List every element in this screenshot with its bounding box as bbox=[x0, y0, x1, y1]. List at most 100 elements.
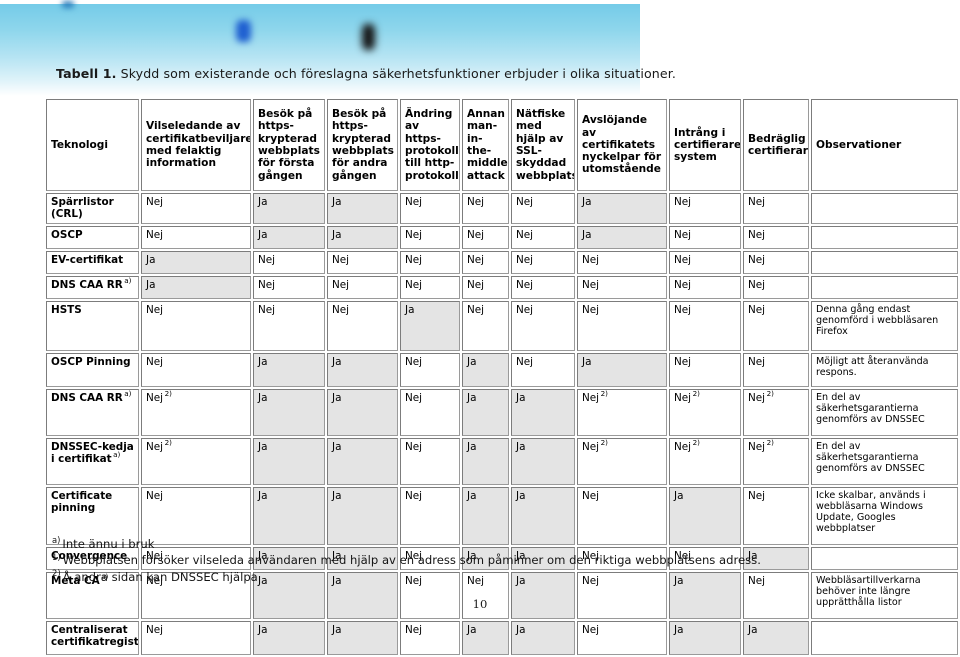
column-header-label: Bedräglig certifierare bbox=[748, 132, 809, 157]
cell-value: Ja bbox=[332, 623, 342, 636]
cell-value: Nej bbox=[582, 440, 600, 453]
row-label: DNSSEC-kedja i certifikat a) bbox=[46, 437, 139, 485]
row-label: DNS CAA RR a) bbox=[46, 388, 139, 436]
cell-value: Nej bbox=[516, 303, 534, 316]
cell-observation: Möjligt att återanvända respons. bbox=[811, 352, 958, 387]
footnotes-block: a) Inte ännu i bruk 1) Webbplatsen försöker… bbox=[52, 536, 761, 585]
column-header-label: Annan man-in-the-middle-attack bbox=[467, 108, 509, 182]
cell-value: Nej bbox=[146, 196, 164, 208]
footnote-marker: 1) bbox=[52, 551, 61, 562]
cell-value: Nej bbox=[582, 391, 600, 404]
cell-observation: Webbläsartillverkarna behöver inte längr… bbox=[811, 571, 958, 619]
footnote-line: 2) Å andra sidan kan DNSSEC hjälpa bbox=[52, 569, 761, 585]
row-label-text: Centraliserat certifikatregister bbox=[51, 623, 139, 648]
footnote-text: Å andra sidan kan DNSSEC hjälpa bbox=[62, 569, 258, 584]
cell-avslojande: Ja bbox=[577, 225, 667, 249]
cell-value: Ja bbox=[258, 489, 268, 502]
cell-avslojande: Nej 2) bbox=[577, 388, 667, 436]
cell-besok2: Nej bbox=[327, 250, 398, 274]
column-header-observation: Observationer bbox=[811, 99, 958, 191]
cell-avslojande: Nej 2) bbox=[577, 437, 667, 485]
cell-value: Nej bbox=[405, 278, 423, 291]
table-header: Teknologi Vilseledande av certifikatbevil… bbox=[46, 99, 958, 191]
cell-value: Nej bbox=[467, 253, 485, 266]
column-header-andring: Ändring av https-protokoll till http-pro… bbox=[400, 99, 460, 191]
cell-value: Nej bbox=[674, 253, 692, 266]
cell-value: Nej bbox=[674, 355, 692, 368]
cell-besok1: Nej bbox=[253, 250, 325, 274]
cell-mitm: Nej bbox=[462, 250, 509, 274]
cell-value: Nej bbox=[332, 278, 350, 291]
cell-value: Nej bbox=[405, 196, 423, 208]
cell-mitm: Nej bbox=[462, 275, 509, 299]
cell-intrang: Nej bbox=[669, 300, 741, 351]
cell-andring: Nej bbox=[400, 193, 460, 224]
cell-value: Nej bbox=[582, 278, 600, 291]
cell-andring: Nej bbox=[400, 225, 460, 249]
table-row: EV-certifikat Ja Nej Nej Nej Nej Nej Nej Nej Nej bbox=[46, 250, 958, 274]
cell-value: Nej bbox=[258, 303, 276, 316]
footnote-marker: 2) bbox=[692, 438, 700, 448]
header-row: Teknologi Vilseledande av certifikatbevil… bbox=[46, 99, 958, 191]
cell-value: Ja bbox=[146, 253, 156, 266]
cell-vilseledande: Nej bbox=[141, 193, 251, 224]
column-header-label: Besök på https-krypterad webbplats för a… bbox=[332, 108, 394, 182]
cell-value: Ja bbox=[582, 228, 592, 241]
column-header-label: Avslöjande av certifikatets nyckelpar fö… bbox=[582, 114, 662, 176]
row-label: Spärrlistor (CRL) bbox=[46, 193, 139, 224]
cell-value: Ja bbox=[516, 391, 526, 404]
footnote-marker: 2) bbox=[766, 438, 774, 448]
row-label: EV-certifikat bbox=[46, 250, 139, 274]
cell-value: Nej bbox=[582, 489, 600, 502]
cell-observation: En del av säkerhetsgarantierna genomförs… bbox=[811, 388, 958, 436]
cell-value: Nej bbox=[516, 253, 534, 266]
cell-besok1: Ja bbox=[253, 225, 325, 249]
row-label-text: DNS CAA RR bbox=[51, 391, 123, 404]
cell-value: Nej bbox=[405, 440, 423, 453]
table-caption-text: Skydd som existerande och föreslagna säk… bbox=[116, 66, 676, 81]
cell-avslojande: Nej bbox=[577, 275, 667, 299]
cell-besok1: Ja bbox=[253, 437, 325, 485]
cell-value: Nej bbox=[674, 391, 692, 404]
cell-besok1: Nej bbox=[253, 275, 325, 299]
footnote-marker: a) bbox=[124, 389, 132, 399]
cell-value: Ja bbox=[332, 355, 342, 368]
cell-value: Nej bbox=[516, 196, 534, 208]
cell-value: Ja bbox=[582, 355, 592, 368]
cell-value: Nej bbox=[405, 228, 423, 241]
footnote-marker: 2) bbox=[600, 389, 608, 399]
cell-mitm: Nej bbox=[462, 193, 509, 224]
cell-value: Nej bbox=[146, 228, 164, 241]
cell-value: Ja bbox=[582, 196, 592, 208]
cell-value: Nej bbox=[146, 391, 164, 404]
cell-avslojande: Ja bbox=[577, 352, 667, 387]
table-row: HSTS Nej Nej Nej Ja Nej Nej Nej Nej Nej Denna gång… bbox=[46, 300, 958, 351]
column-header-natfiske: Nätfiske med hjälp av SSL-skyddad webbpl… bbox=[511, 99, 575, 191]
cell-value: Ja bbox=[258, 391, 268, 404]
cell-value: Nej bbox=[674, 228, 692, 241]
footnote-marker: 2) bbox=[766, 389, 774, 399]
cell-intrang: Nej 2) bbox=[669, 437, 741, 485]
footnote-line: 1) Webbplatsen försöker vilseleda använda… bbox=[52, 552, 761, 568]
cell-value: Ja bbox=[516, 623, 526, 636]
column-header-vilseledande: Vilseledande av certifikatbeviljare med … bbox=[141, 99, 251, 191]
cell-value: Nej bbox=[405, 623, 423, 636]
footnote-marker: a) bbox=[113, 450, 121, 460]
cell-value: Ja bbox=[516, 440, 526, 453]
row-label-text: Spärrlistor (CRL) bbox=[51, 196, 114, 221]
cell-value: Ja bbox=[748, 623, 758, 636]
cell-value: Ja bbox=[332, 440, 342, 453]
cell-value: Nej bbox=[674, 196, 692, 208]
cell-observation bbox=[811, 546, 958, 570]
cell-besok2: Ja bbox=[327, 193, 398, 224]
footnote-marker: 2) bbox=[692, 389, 700, 399]
cell-value: Nej bbox=[332, 303, 350, 316]
cell-besok1: Ja bbox=[253, 352, 325, 387]
cell-besok1: Nej bbox=[253, 300, 325, 351]
cell-value: Nej bbox=[146, 623, 164, 636]
cell-natfiske: Nej bbox=[511, 225, 575, 249]
cell-mitm: Ja bbox=[462, 352, 509, 387]
cell-observation bbox=[811, 193, 958, 224]
cell-value: Nej bbox=[748, 228, 766, 241]
cell-value: Ja bbox=[332, 196, 342, 208]
